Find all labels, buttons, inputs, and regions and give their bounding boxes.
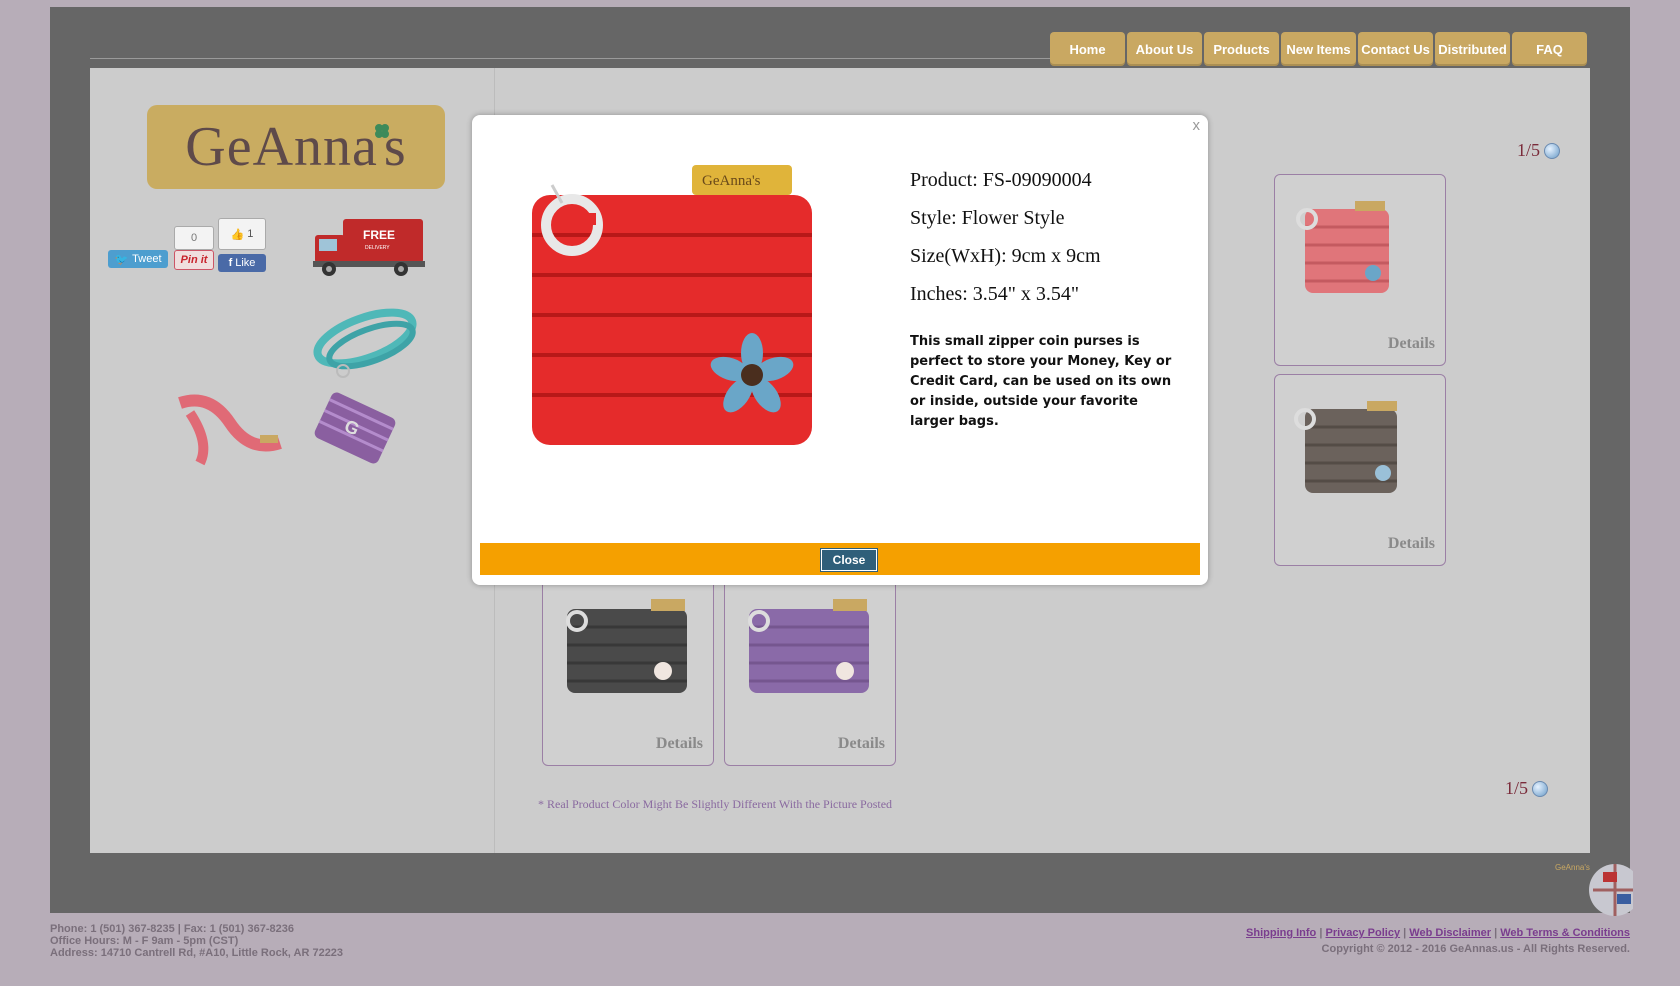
- footer-address: Address: 14710 Cantrell Rd, #A10, Little…: [50, 947, 344, 959]
- close-button[interactable]: Close: [821, 549, 877, 571]
- privacy-policy-link[interactable]: Privacy Policy: [1325, 927, 1400, 939]
- site-logo[interactable]: GeAnna s: [147, 105, 445, 189]
- details-link[interactable]: Details: [838, 735, 885, 753]
- nav-about-us[interactable]: About Us: [1127, 32, 1202, 66]
- like-label: Like: [235, 257, 256, 269]
- shipping-info-link[interactable]: Shipping Info: [1246, 927, 1316, 939]
- teal-bracelet-thumbnail[interactable]: [305, 293, 425, 383]
- web-terms-link[interactable]: Web Terms & Conditions: [1500, 927, 1630, 939]
- footer-contact: Phone: 1 (501) 367-8235 | Fax: 1 (501) 3…: [50, 923, 343, 959]
- brown-purse-image: [1294, 401, 1397, 493]
- next-page-icon[interactable]: [1544, 142, 1560, 159]
- truck-free-text: FREE: [363, 228, 395, 242]
- product-card-black[interactable]: Details: [542, 574, 714, 766]
- clover-icon: [374, 124, 389, 138]
- product-detail-modal: x GeAnna's Product: FS-09090004 Style: F…: [472, 115, 1208, 585]
- details-link[interactable]: Details: [1388, 535, 1435, 553]
- purple-purse-thumbnail[interactable]: G: [295, 383, 415, 473]
- logo-text: GeAnna s: [185, 116, 407, 178]
- product-description: This small zipper coin purses is perfect…: [910, 334, 1172, 429]
- product-size: Size(WxH): 9cm x 9cm: [910, 245, 1101, 267]
- color-disclaimer-note: * Real Product Color Might Be Slightly D…: [538, 797, 893, 811]
- product-card-pink[interactable]: Details: [1274, 174, 1446, 366]
- footer-hours: Office Hours: M - F 9am - 5pm (CST): [50, 935, 239, 947]
- tweet-button[interactable]: 🐦 Tweet: [108, 250, 168, 268]
- geannas-globe-logo[interactable]: GeAnna's: [1553, 860, 1633, 920]
- main-nav: Home About Us Products New Items Contact…: [1050, 32, 1587, 66]
- globe-logo-text: GeAnna's: [1555, 863, 1590, 872]
- purple-purse-image: [748, 599, 869, 693]
- pager-top[interactable]: 1/5: [1517, 140, 1560, 161]
- nav-distributed[interactable]: Distributed: [1435, 32, 1510, 66]
- product-inches: Inches: 3.54" x 3.54": [910, 283, 1080, 305]
- pink-purse-image: [1296, 201, 1389, 293]
- pink-wristlet-thumbnail[interactable]: [170, 383, 290, 473]
- pager-bottom-label: 1/5: [1504, 778, 1528, 798]
- modal-close-x[interactable]: x: [1193, 117, 1201, 134]
- sidebar: GeAnna s 🐦 Tweet 0 Pin it 👍 1 f Like FREE DE…: [90, 68, 495, 853]
- copyright: Copyright © 2012 - 2016 GeAnnas.us - All…: [1321, 943, 1630, 955]
- footer-links: Shipping Info | Privacy Policy | Web Dis…: [1246, 927, 1630, 955]
- tweet-label: Tweet: [132, 253, 162, 265]
- product-tag-text: GeAnna's: [702, 173, 761, 189]
- black-purse-image: [566, 599, 687, 693]
- like-count-value: 1: [247, 228, 254, 240]
- product-style: Style: Flower Style: [910, 207, 1065, 229]
- next-page-icon[interactable]: [1532, 780, 1548, 797]
- product-card-purple[interactable]: Details: [724, 574, 896, 766]
- thumbs-up-icon: 👍: [230, 228, 245, 241]
- facebook-like-button[interactable]: f Like: [218, 254, 266, 272]
- pin-it-button[interactable]: Pin it: [174, 250, 214, 270]
- like-count: 👍 1: [218, 218, 266, 250]
- product-image-red-purse: GeAnna's: [532, 165, 812, 445]
- facebook-icon: f: [228, 257, 233, 269]
- pin-count: 0: [174, 226, 214, 250]
- nav-divider: [90, 58, 1050, 59]
- twitter-icon: 🐦: [114, 253, 129, 266]
- nav-products[interactable]: Products: [1204, 32, 1279, 66]
- free-delivery-truck-image[interactable]: FREE DELIVERY: [305, 213, 430, 288]
- nav-home[interactable]: Home: [1050, 32, 1125, 66]
- nav-faq[interactable]: FAQ: [1512, 32, 1587, 66]
- pager-bottom[interactable]: 1/5: [1505, 778, 1548, 799]
- pager-top-label: 1/5: [1516, 140, 1540, 160]
- truck-delivery-text: DELIVERY: [365, 245, 390, 251]
- product-card-brown[interactable]: Details: [1274, 374, 1446, 566]
- nav-new-items[interactable]: New Items: [1281, 32, 1356, 66]
- nav-contact-us[interactable]: Contact Us: [1358, 32, 1433, 66]
- modal-footer-bar: Close: [480, 543, 1200, 575]
- details-link[interactable]: Details: [1388, 335, 1435, 353]
- product-info: Product: FS-09090004 Style: Flower Style…: [910, 169, 1180, 432]
- web-disclaimer-link[interactable]: Web Disclaimer: [1409, 927, 1491, 939]
- details-link[interactable]: Details: [656, 735, 703, 753]
- product-code: Product: FS-09090004: [910, 169, 1092, 191]
- footer-phone: Phone: 1 (501) 367-8235 | Fax: 1 (501) 3…: [50, 923, 294, 935]
